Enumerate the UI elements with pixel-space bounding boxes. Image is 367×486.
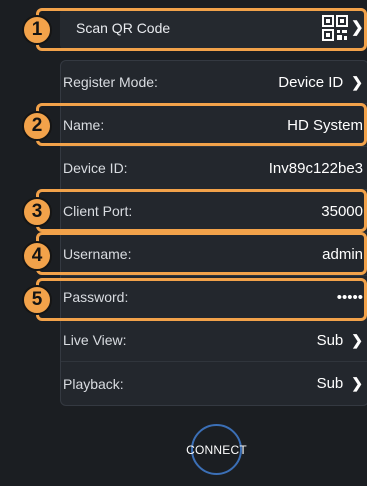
chevron-right-icon: ❯	[351, 375, 363, 391]
device-id-value: Inv89c122be3	[268, 159, 363, 177]
highlight-frame	[36, 103, 367, 146]
playback-row[interactable]: Playback: Sub ❯	[61, 362, 367, 405]
device-id-label: Device ID:	[63, 160, 128, 176]
connect-button[interactable]: CONNECT	[186, 424, 247, 475]
register-mode-row[interactable]: Register Mode: Device ID ❯	[61, 61, 367, 104]
connect-label: CONNECT	[186, 442, 247, 457]
chevron-right-icon: ❯	[351, 73, 363, 90]
step-badge: 5	[22, 285, 52, 315]
playback-label: Playback:	[63, 375, 124, 392]
register-mode-value: Device ID	[278, 73, 344, 91]
step-badge: 4	[22, 241, 52, 271]
step-badge: 3	[22, 197, 52, 227]
step-badge: 2	[22, 111, 52, 141]
highlight-frame	[36, 189, 367, 232]
highlight-frame	[36, 8, 367, 51]
device-settings-screen: Scan QR Code ❯ Register Mode: Device ID ❯…	[0, 0, 367, 486]
highlight-frame	[36, 232, 367, 275]
live-view-label: Live View:	[63, 332, 127, 348]
playback-value: Sub	[316, 375, 344, 392]
live-view-value: Sub	[316, 331, 344, 349]
live-view-row[interactable]: Live View: Sub ❯	[61, 319, 367, 362]
highlight-frame	[36, 278, 367, 321]
register-mode-label: Register Mode:	[63, 74, 158, 90]
step-badge: 1	[22, 15, 52, 45]
device-id-row: Device ID: Inv89c122be3	[61, 147, 367, 190]
chevron-right-icon: ❯	[351, 331, 363, 348]
